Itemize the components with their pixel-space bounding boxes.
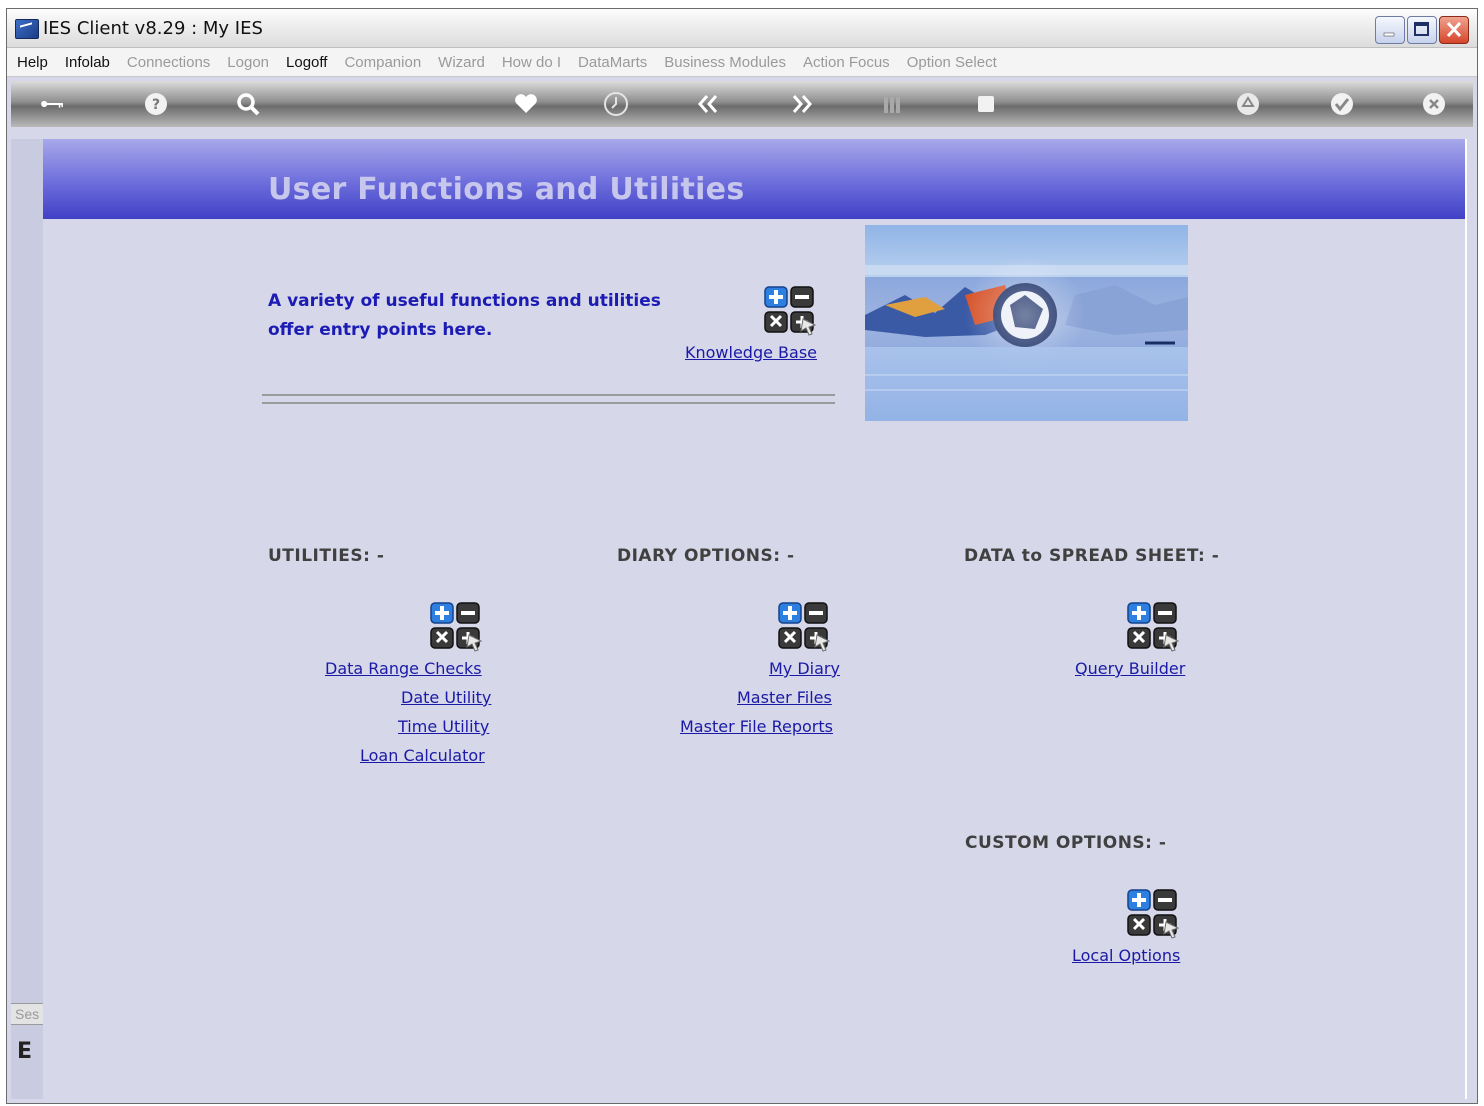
title-bar[interactable]: IES Client v8.29 : My IES [7, 9, 1477, 48]
intro-line-2: offer entry points here. [268, 320, 493, 340]
custom-options-icon[interactable] [1126, 888, 1180, 940]
search-icon[interactable] [235, 91, 261, 117]
app-logo-icon [15, 19, 39, 39]
spreadsheet-icon[interactable] [1126, 601, 1180, 653]
local-options-link[interactable]: Local Options [1072, 946, 1180, 965]
menu-companion: Companion [344, 53, 422, 71]
master-files-link[interactable]: Master Files [737, 688, 832, 707]
master-file-reports-link[interactable]: Master File Reports [680, 717, 833, 736]
diary-title: DIARY OPTIONS: - [617, 546, 795, 566]
menu-bar: Help Infolab Connections Logon Logoff Co… [7, 48, 1477, 77]
divider [262, 394, 835, 404]
check-icon[interactable] [1329, 91, 1355, 117]
diary-icon[interactable] [777, 601, 831, 653]
time-utility-link[interactable]: Time Utility [398, 717, 489, 736]
header-band: User Functions and Utilities [43, 139, 1465, 219]
sidebar-glyph: E [17, 1039, 33, 1064]
page-title: User Functions and Utilities [268, 172, 745, 207]
my-diary-link[interactable]: My Diary [769, 659, 840, 678]
key-icon[interactable] [39, 91, 89, 117]
clock-icon[interactable] [603, 91, 629, 117]
stop-icon[interactable] [973, 91, 999, 117]
app-window: IES Client v8.29 : My IES Help Infolab C… [6, 8, 1478, 1104]
intro-text: A variety of useful functions and utilit… [268, 287, 661, 345]
menu-datamarts: DataMarts [578, 53, 648, 71]
main-panel: User Functions and Utilities A variety o… [43, 139, 1467, 1099]
close-button[interactable] [1439, 16, 1469, 44]
data-range-checks-link[interactable]: Data Range Checks [325, 659, 482, 678]
menu-wizard: Wizard [438, 53, 485, 71]
menu-business-modules: Business Modules [664, 53, 786, 71]
menu-action-focus: Action Focus [802, 53, 890, 71]
maximize-button[interactable] [1407, 16, 1437, 44]
close-icon[interactable] [1421, 91, 1447, 117]
forward-icon[interactable] [789, 91, 815, 117]
banner-image [865, 225, 1188, 421]
utilities-title: UTILITIES: - [268, 546, 385, 566]
heart-icon[interactable] [513, 91, 539, 117]
utilities-icon[interactable] [429, 601, 483, 653]
spreadsheet-title: DATA to SPREAD SHEET: - [964, 546, 1220, 566]
menu-infolab[interactable]: Infolab [65, 54, 110, 71]
menu-logoff[interactable]: Logoff [286, 54, 327, 71]
minimize-button[interactable] [1375, 16, 1405, 44]
date-utility-link[interactable]: Date Utility [401, 688, 491, 707]
query-builder-link[interactable]: Query Builder [1075, 659, 1185, 678]
sidebar: Ses E [11, 139, 47, 1099]
intro-line-1: A variety of useful functions and utilit… [268, 291, 661, 311]
custom-options-title: CUSTOM OPTIONS: - [965, 833, 1167, 853]
knowledge-base-icon[interactable] [763, 285, 817, 337]
window-title: IES Client v8.29 : My IES [43, 18, 263, 39]
recycle-icon[interactable] [1235, 91, 1261, 117]
menu-logon: Logon [227, 53, 270, 71]
menu-option-select: Option Select [906, 53, 997, 71]
menu-connections: Connections [126, 53, 211, 71]
svg-text:?: ? [152, 97, 160, 113]
help-icon[interactable]: ? [143, 91, 169, 117]
toolbar: ? [11, 81, 1473, 127]
menu-how-do-i: How do I [501, 53, 562, 71]
menu-help[interactable]: Help [17, 54, 48, 71]
content-area: Ses E User Functions and Utilities A var… [11, 129, 1473, 1099]
sidebar-tab[interactable]: Ses [11, 1003, 47, 1025]
knowledge-base-link[interactable]: Knowledge Base [685, 343, 817, 362]
window-controls [1375, 16, 1469, 44]
columns-icon[interactable] [879, 91, 905, 117]
back-icon[interactable] [695, 91, 721, 117]
loan-calculator-link[interactable]: Loan Calculator [360, 746, 485, 765]
